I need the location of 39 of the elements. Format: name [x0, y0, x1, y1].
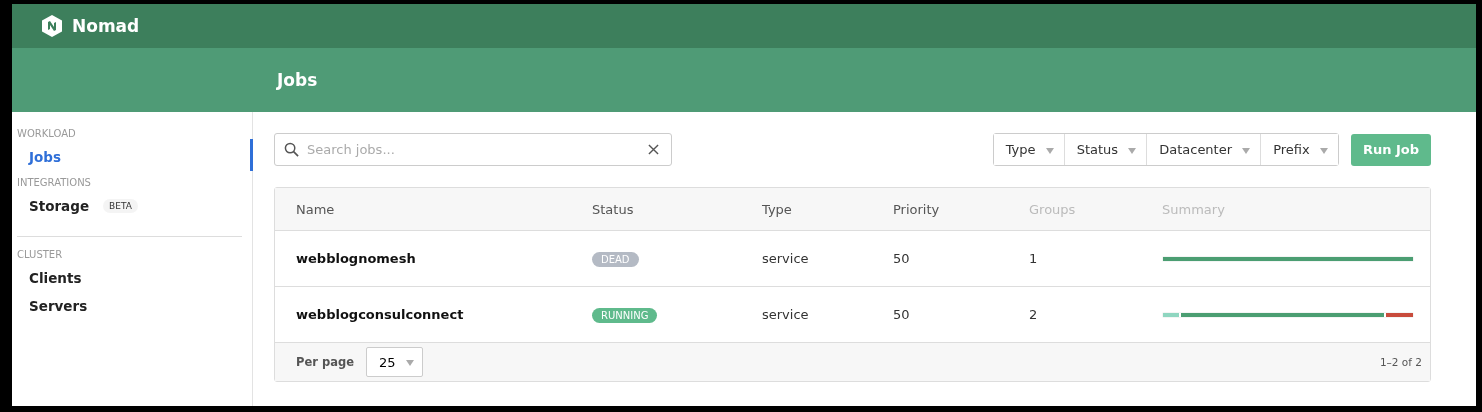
job-name[interactable]: webblogconsulconnect: [296, 307, 592, 322]
pagination-info: 1–2 of 2: [1379, 356, 1422, 368]
column-header[interactable]: Priority: [893, 201, 1029, 217]
page-title: Jobs: [277, 70, 318, 90]
status-badge: RUNNING: [592, 308, 658, 323]
column-header[interactable]: Type: [762, 201, 893, 217]
table-cell-text: 2: [1029, 307, 1039, 322]
section-heading: WORKLOAD: [17, 128, 77, 139]
sidebar-item[interactable]: Servers: [29, 298, 88, 314]
job-name[interactable]: webblognomesh: [296, 251, 592, 266]
column-header[interactable]: Name: [296, 201, 592, 217]
table-cell-text: service: [762, 307, 810, 322]
per-page-label: Per page: [296, 355, 354, 369]
filter-dropdown[interactable]: Type: [993, 134, 1065, 165]
table-cell-text: 1: [1029, 251, 1039, 266]
beta-badge: BETA: [103, 199, 138, 213]
caret-icon: [1319, 147, 1328, 154]
search-field[interactable]: Search jobs...: [274, 133, 672, 166]
caret-icon: [1242, 147, 1251, 154]
column-header[interactable]: Status: [592, 201, 762, 217]
logo-icon: [40, 14, 64, 38]
section-heading: INTEGRATIONS: [17, 177, 92, 188]
column-header: Summary: [1162, 201, 1226, 217]
column-header: Groups: [1029, 201, 1077, 217]
search-icon: [284, 142, 299, 157]
sidebar-item[interactable]: Clients: [29, 270, 82, 286]
close-icon[interactable]: [648, 144, 659, 155]
section-heading: CLUSTER: [17, 249, 64, 260]
caret-icon: [1045, 147, 1054, 154]
sidebar-item[interactable]: Storage: [29, 198, 90, 214]
caret-icon: [405, 360, 414, 366]
table-cell-text: 50: [893, 251, 911, 266]
sidebar-item[interactable]: Jobs: [29, 149, 61, 165]
caret-icon: [1128, 147, 1137, 154]
table-cell-text: service: [762, 251, 810, 266]
per-page-dropdown[interactable]: 25: [365, 347, 423, 377]
status-badge: DEAD: [592, 252, 639, 267]
table-cell-text: 50: [893, 307, 911, 322]
app-name: Nomad: [72, 16, 140, 36]
